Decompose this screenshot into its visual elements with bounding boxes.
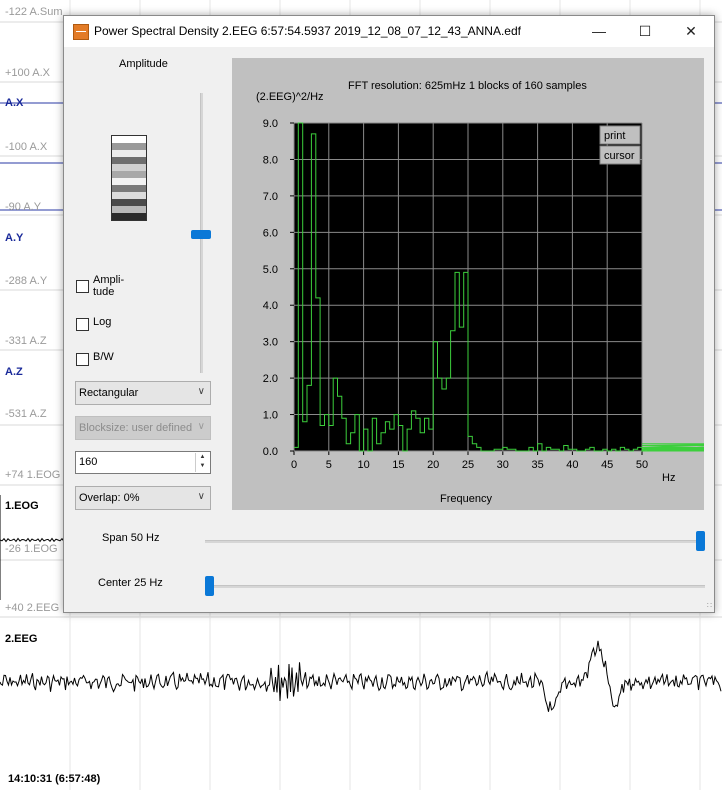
maximize-button[interactable]: ☐ <box>622 16 668 47</box>
blocksize-spinbox[interactable]: 160 ▲ ▼ <box>75 451 211 474</box>
x-axis-unit: Hz <box>662 472 676 484</box>
y-tick-label: 2.0 <box>263 373 278 385</box>
x-tick-label: 50 <box>636 459 648 471</box>
x-tick-label: 20 <box>427 459 439 471</box>
amplitude-checkbox[interactable] <box>76 280 89 293</box>
y-axis-label: (2.EEG)^2/Hz <box>256 91 324 103</box>
y-tick-label: 3.0 <box>263 337 278 349</box>
x-tick-label: 25 <box>462 459 474 471</box>
center-slider-thumb[interactable] <box>205 576 214 596</box>
colorscale-band <box>112 178 146 185</box>
channel-scale-label: -26 1.EOG <box>5 543 58 555</box>
x-tick-label: 15 <box>392 459 404 471</box>
log-checkbox-label: Log <box>93 316 112 328</box>
psd-chart: 0 5 10 15 20 25 30 35 40 45 50 0.0 1.0 2.0 3.0 4.0 5.0 6.… <box>263 118 704 471</box>
spin-up-icon[interactable]: ▲ <box>196 453 209 462</box>
channel-scale-label: -288 A.Y <box>5 275 48 287</box>
cursor-button-label[interactable]: cursor <box>604 150 635 162</box>
channel-name: A.X <box>5 97 24 109</box>
window-title: Power Spectral Density 2.EEG 6:57:54.593… <box>94 24 521 38</box>
psd-plot-panel[interactable]: 0 5 10 15 20 25 30 35 40 45 50 0.0 1.0 2.0 3.0 4.0 5.0 6.… <box>232 58 704 510</box>
colorscale-band <box>112 206 146 213</box>
eog-trace <box>0 537 71 543</box>
spin-down-icon[interactable]: ▼ <box>196 462 209 471</box>
channel-scale-label: +74 1.EOG <box>5 469 61 481</box>
blocksize-select[interactable]: Blocksize: user defined ∨ <box>75 416 211 440</box>
channel-scale-label: +100 A.X <box>5 67 50 79</box>
chevron-down-icon: ∨ <box>197 421 205 432</box>
y-tick-label: 6.0 <box>263 227 278 239</box>
colorscale-band <box>112 136 146 143</box>
center-slider-track[interactable] <box>205 585 705 588</box>
channel-scale-label: -531 A.Z <box>5 408 47 420</box>
colorscale-band <box>112 171 146 178</box>
x-tick-label: 5 <box>326 459 332 471</box>
channel-name: 2.EEG <box>5 633 38 645</box>
time-readout: 14:10:31 (6:57:48) <box>8 773 101 785</box>
channel-name: A.Z <box>5 366 23 378</box>
colorscale-band <box>112 199 146 206</box>
amplitude-slider-thumb[interactable] <box>191 229 211 239</box>
window-function-select[interactable]: Rectangular ∨ <box>75 381 211 405</box>
colorscale-band <box>112 157 146 164</box>
amplitude-checkbox-label: Ampli- tude <box>93 274 125 298</box>
blocksize-value[interactable]: 160 <box>79 456 97 468</box>
minimize-button[interactable]: — <box>576 16 622 47</box>
channel-scale-label: -90 A.Y <box>5 201 42 213</box>
spin-buttons: ▲ ▼ <box>195 453 209 472</box>
span-label: Span 50 Hz <box>102 532 160 544</box>
colorscale-band <box>112 192 146 199</box>
title-bar[interactable]: Power Spectral Density 2.EEG 6:57:54.593… <box>64 16 714 47</box>
span-slider-thumb[interactable] <box>696 531 705 551</box>
print-button-label[interactable]: print <box>604 130 625 142</box>
colorscale-band <box>112 143 146 150</box>
psd-dialog: Power Spectral Density 2.EEG 6:57:54.593… <box>63 15 715 613</box>
log-checkbox[interactable] <box>76 318 89 331</box>
amplitude-label: Amplitude <box>119 58 168 70</box>
overlap-select[interactable]: Overlap: 0% ∨ <box>75 486 211 510</box>
channel-scale-label: -122 A.Sum <box>5 6 63 18</box>
channel-scale-label: -100 A.X <box>5 141 48 153</box>
chart-title: FFT resolution: 625mHz 1 blocks of 160 s… <box>348 80 587 92</box>
colorscale-band <box>112 164 146 171</box>
channel-name: A.Y <box>5 232 24 244</box>
center-label: Center 25 Hz <box>98 577 163 589</box>
app-icon <box>73 24 89 40</box>
channel-scale-label: -331 A.Z <box>5 335 47 347</box>
y-tick-label: 8.0 <box>263 154 278 166</box>
amplitude-colorscale <box>111 135 147 221</box>
colorscale-band <box>112 185 146 192</box>
x-axis-label: Frequency <box>440 493 492 505</box>
x-tick-label: 40 <box>566 459 578 471</box>
y-tick-label: 0.0 <box>263 446 278 458</box>
y-tick-label: 7.0 <box>263 191 278 203</box>
resize-grip-icon[interactable]: ∷ <box>707 601 712 610</box>
y-tick-label: 4.0 <box>263 300 278 312</box>
x-tick-label: 30 <box>497 459 509 471</box>
channel-scale-label: +40 2.EEG <box>5 602 60 614</box>
y-tick-label: 5.0 <box>263 264 278 276</box>
y-tick-label: 1.0 <box>263 410 278 422</box>
y-tick-label: 9.0 <box>263 118 278 130</box>
x-tick-label: 45 <box>601 459 613 471</box>
channel-name: 1.EOG <box>5 500 39 512</box>
close-button[interactable]: ✕ <box>668 16 714 47</box>
bw-checkbox-label: B/W <box>93 351 114 363</box>
colorscale-band <box>112 150 146 157</box>
chevron-down-icon: ∨ <box>197 386 205 397</box>
bw-checkbox[interactable] <box>76 353 89 366</box>
x-tick-label: 0 <box>291 459 297 471</box>
eeg-trace <box>0 640 722 712</box>
x-tick-label: 10 <box>357 459 369 471</box>
chevron-down-icon: ∨ <box>197 491 205 502</box>
x-tick-label: 35 <box>531 459 543 471</box>
span-slider-track[interactable] <box>205 540 705 543</box>
colorscale-band <box>112 213 146 220</box>
